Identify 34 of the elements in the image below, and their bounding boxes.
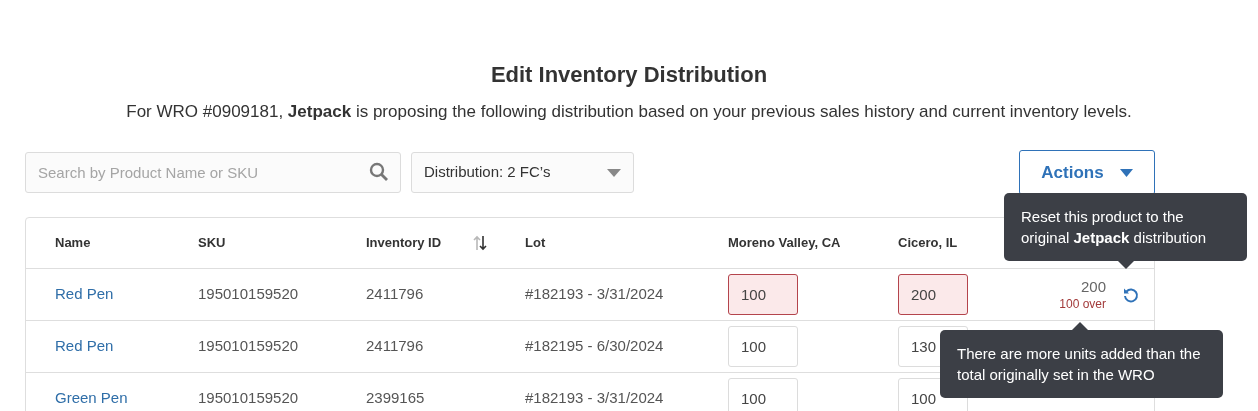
column-header: SKU bbox=[198, 234, 226, 253]
product-link[interactable]: Red Pen bbox=[55, 335, 198, 358]
total-value: 200 bbox=[1080, 277, 1106, 296]
sort-icon[interactable] bbox=[473, 235, 488, 251]
lot-cell-text: #182193 - 3/31/2024 bbox=[525, 284, 665, 305]
search-icon[interactable] bbox=[369, 162, 389, 182]
quantity-field[interactable]: 200 bbox=[898, 274, 968, 315]
actions-button[interactable]: Actions bbox=[1019, 150, 1155, 195]
column-header: Inventory ID bbox=[366, 234, 442, 253]
inventory-id-cell-text: 2411796 bbox=[366, 336, 425, 357]
distribution-dropdown[interactable]: Distribution: 2 FC’s bbox=[411, 152, 634, 193]
inventory-id-cell-text: 2399165 bbox=[366, 388, 426, 409]
column-header: Lot bbox=[525, 234, 546, 253]
lot-cell-text: #182193 - 3/31/2024 bbox=[525, 388, 665, 409]
quantity-field[interactable]: 100 bbox=[728, 326, 798, 367]
sku-cell-text: 195010159520 bbox=[198, 336, 300, 357]
inventory-id-cell-text: 2411796 bbox=[366, 284, 425, 305]
page-title: Edit Inventory Distribution bbox=[490, 61, 768, 89]
column-header: Moreno Valley, CA bbox=[728, 234, 841, 253]
page-description: For WRO #0909181, Jetpack is proposing the following distribution based on your previous sales history and current inventory levels. bbox=[126, 101, 1132, 123]
product-link[interactable]: Green Pen bbox=[55, 387, 198, 410]
column-header: Cicero, IL bbox=[898, 234, 958, 253]
over-warning: 100 over bbox=[1059, 295, 1106, 312]
tooltip-text: Reset this product to the original Jetpack distribution bbox=[1021, 207, 1208, 248]
sku-cell-text: 195010159520 bbox=[198, 388, 300, 409]
lot-cell-text: #182195 - 6/30/2024 bbox=[525, 336, 665, 357]
quantity-field[interactable]: 100 bbox=[728, 274, 798, 315]
quantity-field[interactable]: 100 bbox=[728, 378, 798, 411]
caret-icon bbox=[607, 168, 621, 177]
sku-cell-text: 195010159520 bbox=[198, 284, 300, 305]
product-link[interactable]: Red Pen bbox=[55, 283, 198, 306]
caret-icon bbox=[1119, 168, 1133, 177]
search-field[interactable]: Search by Product Name or SKU bbox=[25, 152, 401, 193]
column-header: Name bbox=[55, 234, 91, 253]
